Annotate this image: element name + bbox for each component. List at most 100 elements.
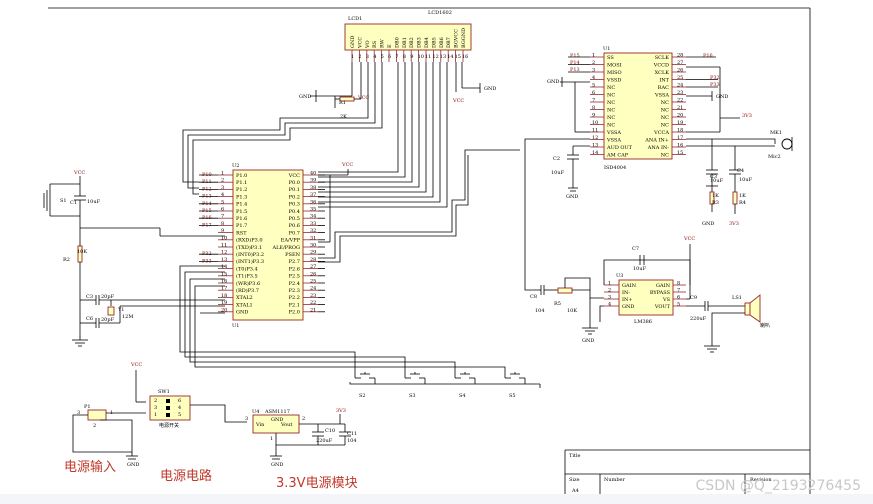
mcu-left-pin-label: P1.4 (236, 202, 247, 208)
mcu-right-pin-number: 28 (310, 257, 316, 263)
isd-3v3-label: 3V3 (742, 113, 752, 119)
isd-left-pin-number: 2 (592, 60, 595, 66)
lcd-pin-label: BGVCC (454, 29, 460, 48)
mic-name: Mic2 (768, 154, 781, 160)
isd-right-pin-label: VSSA (654, 92, 669, 98)
lcd-pin-number: 16 (462, 54, 468, 60)
s1-ref: S1 (60, 198, 67, 204)
isd-left-pin-label: SS (607, 55, 614, 61)
lcd-pin-label: DB0 (394, 37, 400, 48)
mcu-right-pin-number: 25 (310, 279, 316, 285)
mcu-right-pin-label: P0.3 (289, 202, 300, 208)
mcu-right-pin-label: P0.4 (289, 209, 300, 215)
amp-left-pin-label: IN- (622, 290, 630, 296)
reg-part: ASM1117 (264, 409, 290, 415)
isd-right-pin-label: VCCD (653, 62, 669, 68)
amp-left-pin-number: 3 (608, 295, 611, 301)
mcu-right-pin-label: P2.0 (289, 310, 300, 316)
c8-val: 104 (535, 308, 545, 314)
r3-val: 1K (712, 193, 719, 199)
isd-left-pin-number: 7 (592, 98, 595, 104)
r4-3v3: 3V3 (729, 221, 739, 227)
sw-pin-pad (166, 399, 170, 403)
isd-left-pin-number: 10 (592, 120, 598, 126)
lcd-gnd2-label: GND (484, 86, 496, 92)
isd-ref: U1 (603, 46, 610, 52)
lcd-pin-number: 6 (388, 54, 391, 60)
isd-left-pin-label: NC (607, 92, 615, 98)
lcd-vcc2-label: VCC (452, 98, 464, 104)
lcd-pin-label: E (387, 44, 393, 48)
caption-power-circuit: 电源电路 (160, 468, 212, 484)
isd-left-pin-number: 14 (592, 150, 598, 156)
key-1-ref: S2 (359, 393, 366, 399)
c2-gnd: GND (566, 194, 578, 200)
reg-ref: U4 (252, 409, 259, 415)
sw-pin-label: 4 (178, 405, 181, 411)
mcu-left-pin-number: 2 (221, 178, 224, 184)
c9-ref: C9 (690, 295, 697, 301)
mcu-left-pin-label: P1.1 (236, 180, 247, 186)
lcd-pin-label: VO (365, 40, 371, 49)
mcu-left-pin-label: P1.7 (236, 223, 247, 229)
sw-vcc: VCC (130, 362, 142, 368)
number-label: Number (604, 477, 625, 483)
lcd-pin-number: 13 (440, 54, 446, 60)
lcd-pin-number: 4 (373, 54, 376, 60)
size-label: Size (569, 477, 580, 483)
mcu-left-pin-number: 20 (221, 307, 227, 313)
mcu-right-pin-number: 33 (310, 221, 316, 227)
mcu-chip: U2 U1 P1.0 1 P1.1 2 P1.2 3 P1.3 4 P1.4 5 P1.5 6 P1.6… (199, 162, 353, 329)
mcu-right-pin-number: 38 (310, 185, 316, 191)
mcu-left-pin-number: 1 (221, 171, 224, 177)
amp-ref: U3 (616, 273, 623, 279)
isd-right-pin-label: NC (661, 107, 669, 113)
amp-left-pin-number: 2 (608, 288, 611, 294)
isd-left-pin-label: NC (607, 115, 615, 121)
mcu-right-pin-label: P0.2 (289, 194, 300, 200)
sw-pin-label: 3 (154, 405, 157, 411)
amp-part: LM386 (634, 319, 652, 325)
r1-val: 2K (340, 114, 347, 120)
isd-right-pin-label: INT (659, 77, 669, 83)
isd-left-pin-number: 13 (592, 143, 598, 149)
mcu-right-pin-number: 34 (310, 214, 316, 220)
speaker-cone (749, 294, 761, 323)
c7-val: 10uF (633, 266, 647, 272)
mcu-left-pin-label: (INT0)P3.2 (236, 251, 264, 258)
sw-label: 电源开关 (159, 422, 179, 429)
amp-left-pin-number: 1 (608, 281, 611, 287)
spk-ref: LS1 (732, 295, 742, 301)
amp-right-pin-label: GAIN (656, 283, 671, 289)
sw-pin-pad (166, 413, 170, 417)
r2-val: 10K (77, 249, 87, 255)
isd-right-pin-label: NC (661, 115, 669, 121)
mcu-left-pin-label: (RXD)P3.0 (236, 237, 263, 244)
mcu-right-pin-number: 23 (310, 293, 316, 299)
c11-val: 104 (347, 438, 357, 444)
reg-pin2: 2 (302, 416, 305, 422)
isd-right-pin-label: ANA IN+ (644, 137, 669, 143)
isd-right-pin-number: 17 (677, 135, 683, 141)
isd-right-pin-number: 25 (677, 75, 683, 81)
caption-power-in: 电源输入 (64, 459, 116, 475)
c2-val: 10uF (551, 170, 565, 176)
lcd-pin-number: 1 (351, 54, 354, 60)
lcd-pin-label: RS (372, 40, 378, 48)
spk-name: 喇叭 (760, 322, 770, 329)
mcu-left-pin-label: (TXD)P3.1 (236, 244, 262, 251)
r4-val: 1K (739, 193, 746, 199)
mcu-left-pin-number: 13 (221, 257, 227, 263)
mcu-right-pin-label: EA/VPP (281, 238, 301, 244)
isd-left-pin-number: 1 (592, 53, 595, 59)
mcu-left-pin-number: 18 (221, 293, 227, 299)
lcd-pin-number: 14 (447, 54, 453, 60)
c10-val: 220uF (316, 438, 333, 444)
lcd-part: LCD1602 (428, 10, 452, 16)
isd-right-pin-label: NC (661, 152, 669, 158)
mcu-right-pin-label: P0.1 (289, 187, 300, 193)
isd-left-pin-number: 8 (592, 105, 595, 111)
lcd-pin-number: 7 (395, 54, 398, 60)
lcd-pin-label: DB5 (431, 37, 437, 48)
mcu-right-pin-label: PSEN (285, 252, 300, 258)
